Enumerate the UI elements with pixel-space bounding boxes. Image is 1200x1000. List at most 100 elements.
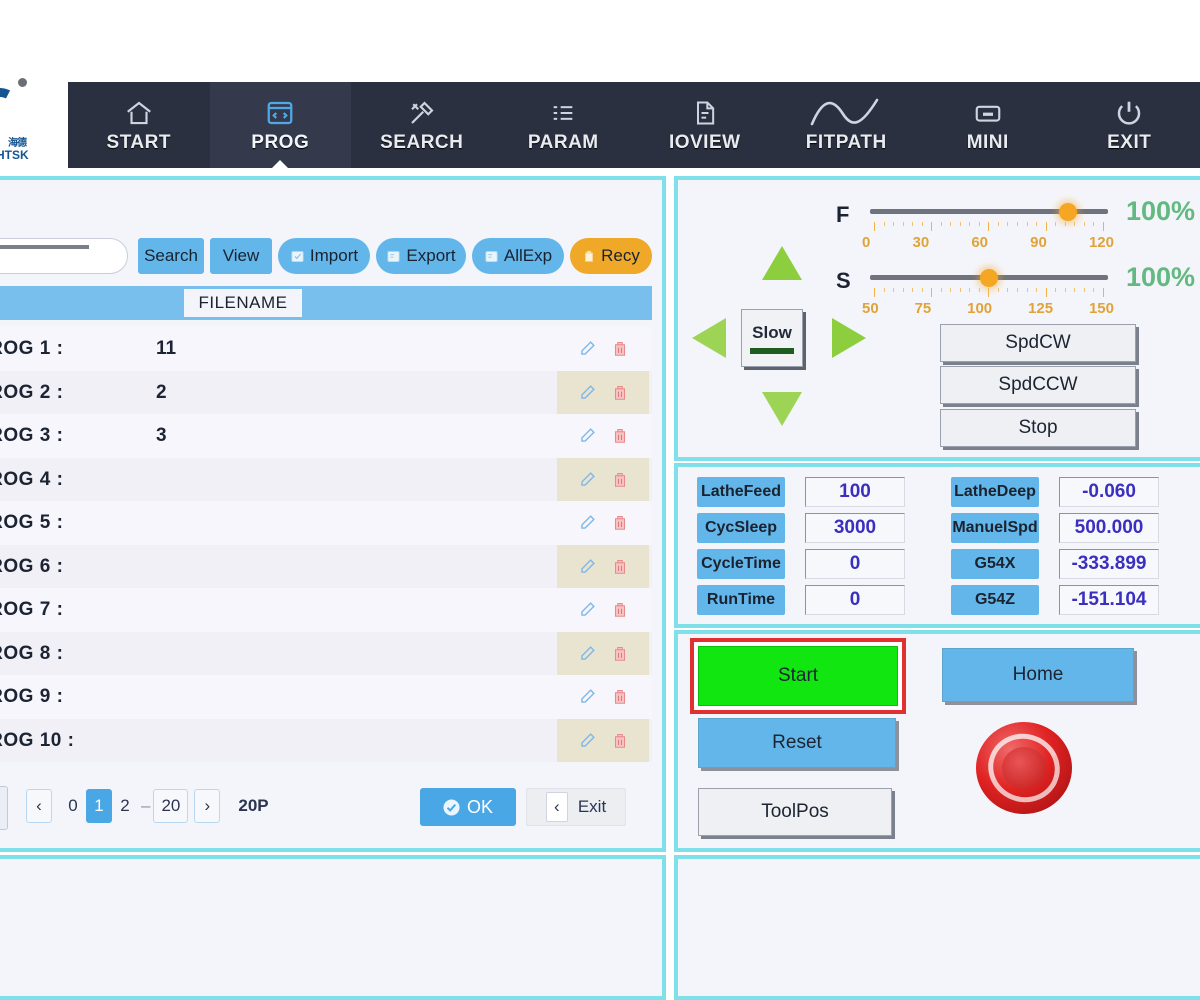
nav-item-exit[interactable]: EXIT (1059, 82, 1200, 168)
spindle-slider-thumb[interactable] (980, 269, 998, 287)
table-row[interactable]: PROG 2 : 2 (0, 370, 652, 414)
nav-item-start[interactable]: START (68, 82, 210, 168)
delete-icon[interactable] (611, 383, 629, 402)
nav-item-mini[interactable]: MINI (917, 82, 1059, 168)
edit-icon[interactable] (578, 339, 597, 358)
recy-button[interactable]: Recy (570, 238, 652, 274)
jog-speed-button[interactable]: Slow (741, 309, 803, 367)
slider-tick-label: 75 (914, 300, 932, 317)
allexp-button[interactable]: AllExp (472, 238, 564, 274)
delete-icon[interactable] (611, 600, 629, 619)
stop-button[interactable]: Stop (940, 409, 1136, 447)
spdcw-button-label: SpdCW (1005, 332, 1071, 353)
emergency-stop-icon[interactable] (976, 722, 1072, 814)
table-row[interactable]: PROG 10 : (0, 718, 652, 762)
edit-icon[interactable] (578, 513, 597, 532)
view-button[interactable]: View (210, 238, 272, 274)
slider-tick (1026, 222, 1028, 226)
slider-tick (1007, 222, 1009, 226)
page-button-1[interactable]: 1 (86, 789, 112, 823)
row-program-label: PROG 10 : (0, 729, 75, 751)
slider-tick (912, 222, 914, 226)
ok-button[interactable]: OK (420, 788, 516, 826)
feed-slider-thumb[interactable] (1058, 203, 1077, 221)
param-value-cycletime[interactable]: 0 (805, 549, 905, 579)
delete-icon[interactable] (611, 557, 629, 576)
delete-icon[interactable] (611, 644, 629, 663)
table-row[interactable]: PROG 1 : 11 (0, 327, 652, 371)
page-button-last[interactable]: 20 (153, 789, 189, 823)
delete-icon[interactable] (611, 513, 629, 532)
page-button-2[interactable]: 2 (112, 789, 138, 823)
search-input[interactable] (0, 238, 128, 274)
slider-tick (1026, 288, 1028, 292)
list-icon (549, 96, 577, 130)
nav-item-label: EXIT (1107, 132, 1152, 153)
nav-item-ioview[interactable]: IOVIEW (634, 82, 776, 168)
row-program-label: PROG 9 : (0, 686, 64, 707)
exit-button-label: Exit (577, 797, 607, 816)
param-value-g54x[interactable]: -333.899 (1059, 549, 1159, 579)
param-label-g54z: G54Z (951, 585, 1039, 615)
edit-icon[interactable] (578, 470, 597, 489)
logo-dot-icon (18, 78, 27, 87)
delete-icon[interactable] (611, 687, 629, 706)
curve-icon (809, 96, 883, 130)
edit-icon[interactable] (578, 731, 597, 750)
edit-icon[interactable] (578, 557, 597, 576)
jog-left-button[interactable] (692, 318, 726, 358)
jog-up-button[interactable] (762, 246, 802, 280)
start-button[interactable]: Start (698, 646, 898, 706)
table-row[interactable]: PROG 5 : (0, 501, 652, 545)
param-value-lathedeep[interactable]: -0.060 (1059, 477, 1159, 507)
table-row[interactable]: PROG 8 : (0, 631, 652, 675)
edit-icon[interactable] (578, 426, 597, 445)
edit-icon[interactable] (578, 687, 597, 706)
page-prev-button[interactable]: ‹ (26, 789, 52, 823)
nav-item-prog[interactable]: PROG (209, 82, 351, 169)
page-next-button[interactable]: › (194, 789, 221, 823)
spindle-override-slider: S 50 75 100 125 150 100% (820, 258, 1195, 328)
row-actions (557, 501, 649, 545)
spindle-slider-tick-labels: 50 75 100 125 150 (862, 300, 1114, 317)
table-row[interactable]: PROG 7 : (0, 588, 652, 632)
import-button[interactable]: Import (278, 238, 370, 274)
table-row[interactable]: PROG 3 : 3 (0, 414, 652, 458)
edit-icon[interactable] (578, 600, 597, 619)
jog-speed-bar (750, 347, 794, 354)
nav-item-param[interactable]: PARAM (493, 82, 635, 168)
home-button[interactable]: Home (942, 648, 1134, 702)
param-value-runtime[interactable]: 0 (805, 585, 905, 615)
jog-down-button[interactable] (762, 392, 802, 426)
spindle-slider-ticks (874, 288, 1104, 297)
edit-icon[interactable] (578, 644, 597, 663)
delete-icon[interactable] (611, 731, 629, 750)
table-row[interactable]: PROG 6 : (0, 544, 652, 588)
edit-icon[interactable] (578, 383, 597, 402)
param-value-manuelspd[interactable]: 500.000 (1059, 513, 1159, 543)
table-row[interactable]: PROG 9 : (0, 675, 652, 719)
param-value-cycsleep[interactable]: 3000 (805, 513, 905, 543)
toolpos-button[interactable]: ToolPos (698, 788, 892, 836)
spdcw-button[interactable]: SpdCW (940, 324, 1136, 362)
slider-tick (950, 288, 952, 292)
slider-tick (1064, 288, 1066, 292)
row-filename-value: 2 (156, 381, 167, 403)
table-header: FILENAME (0, 286, 652, 320)
nav-item-fitpath[interactable]: FITPATH (776, 82, 918, 168)
param-value-lathefeed[interactable]: 100 (805, 477, 905, 507)
reset-button[interactable]: Reset (698, 718, 896, 768)
search-button[interactable]: Search (138, 238, 204, 274)
param-value-g54z[interactable]: -151.104 (1059, 585, 1159, 615)
spdccw-button[interactable]: SpdCCW (940, 366, 1136, 404)
start-button-label: Start (777, 665, 819, 686)
delete-icon[interactable] (611, 426, 629, 445)
table-row[interactable]: PROG 4 : (0, 457, 652, 501)
delete-icon[interactable] (611, 339, 629, 358)
nav-item-search[interactable]: SEARCH (351, 82, 493, 168)
row-program-label: PROG 1 : (0, 338, 64, 359)
page-button-0[interactable]: 0 (60, 789, 86, 823)
delete-icon[interactable] (611, 470, 629, 489)
export-button[interactable]: Export (376, 238, 466, 274)
exit-button[interactable]: ‹ Exit (526, 788, 626, 826)
